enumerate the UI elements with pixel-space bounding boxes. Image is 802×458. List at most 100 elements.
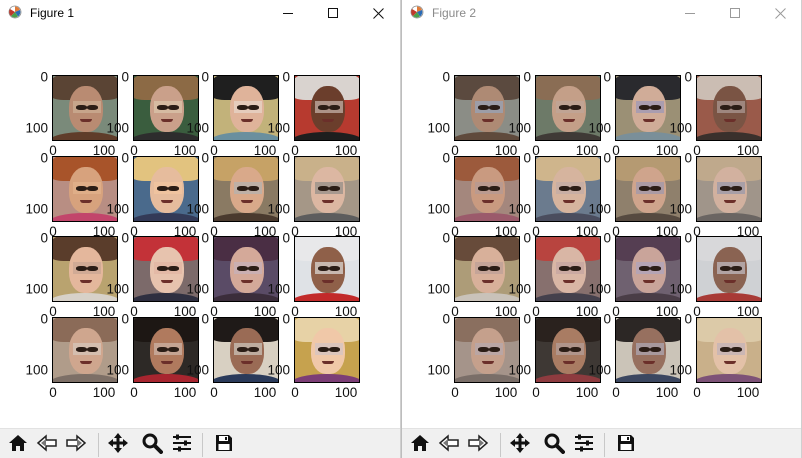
mouth	[643, 200, 655, 203]
y-tick-label: 100	[25, 362, 48, 378]
mouth	[322, 280, 334, 283]
y-tick-label: 100	[267, 201, 290, 217]
y-tick-label: 100	[186, 201, 209, 217]
sliders-icon	[573, 432, 595, 458]
y-tick-label: 100	[508, 281, 531, 297]
mouth	[161, 280, 173, 283]
mouth	[482, 280, 494, 283]
forward-button[interactable]	[64, 433, 88, 457]
y-tick-label: 0	[603, 311, 611, 327]
shoulders	[697, 293, 761, 301]
face	[311, 328, 345, 374]
close-button[interactable]	[355, 0, 400, 26]
mouth	[482, 119, 494, 122]
magnifier-icon	[543, 432, 565, 458]
mouth	[241, 200, 253, 203]
home-button[interactable]	[408, 433, 432, 457]
face-image	[696, 156, 762, 222]
y-tick-label: 0	[201, 230, 209, 246]
y-tick-label: 100	[267, 120, 290, 136]
shoulders	[697, 132, 761, 140]
figure-canvas[interactable]: 0 100 0 100 0 100 0 100 0 100 0 100 0 100 0 100 0 100 0 100…	[0, 26, 400, 428]
mouth	[563, 119, 575, 122]
face	[69, 247, 103, 293]
y-tick-label: 100	[669, 362, 692, 378]
right-eye	[489, 186, 500, 191]
pan-button[interactable]	[508, 432, 532, 458]
left-eye	[720, 347, 731, 352]
shoulders	[697, 213, 761, 221]
y-tick-label: 0	[684, 69, 692, 85]
save-button[interactable]	[212, 433, 236, 457]
y-tick-label: 0	[442, 311, 450, 327]
y-tick-label: 0	[442, 150, 450, 166]
maximize-icon	[327, 7, 339, 19]
y-tick-label: 0	[201, 69, 209, 85]
sliders-icon	[171, 432, 193, 458]
configure-subplots-button[interactable]	[572, 433, 596, 457]
back-button[interactable]	[437, 433, 461, 457]
y-tick-label: 100	[186, 281, 209, 297]
configure-subplots-button[interactable]	[170, 433, 194, 457]
right-eye	[329, 186, 340, 191]
mouth	[724, 280, 736, 283]
minimize-icon	[282, 8, 294, 19]
y-tick-label: 100	[669, 201, 692, 217]
save-button[interactable]	[614, 433, 638, 457]
mouth	[322, 361, 334, 364]
home-icon	[410, 433, 430, 458]
forward-button[interactable]	[466, 433, 490, 457]
maximize-button[interactable]	[712, 0, 758, 26]
right-eye	[570, 105, 581, 110]
maximize-button[interactable]	[310, 0, 356, 26]
toolbar-separator	[604, 433, 605, 457]
y-tick-label: 100	[106, 201, 129, 217]
x-tick-label: 0	[612, 385, 620, 400]
y-tick-label: 0	[40, 69, 48, 85]
right-eye	[168, 186, 179, 191]
zoom-button[interactable]	[140, 433, 164, 457]
figure-canvas[interactable]: 0 100 0 100 0 100 0 100 0 100 0 100 0 100 0 100 0 100 0 100…	[402, 26, 801, 428]
pan-button[interactable]	[106, 432, 130, 457]
face	[69, 167, 103, 213]
x-tick-label: 100	[494, 385, 518, 400]
x-tick-label: 100	[575, 385, 599, 400]
move-icon	[509, 432, 531, 458]
face	[632, 86, 666, 132]
y-tick-label: 100	[106, 120, 129, 136]
x-tick-label: 100	[253, 385, 277, 400]
right-eye	[731, 266, 742, 271]
right-eye	[489, 105, 500, 110]
right-eye	[248, 266, 259, 271]
zoom-button[interactable]	[542, 433, 566, 457]
right-eye	[650, 105, 661, 110]
home-icon	[8, 433, 28, 458]
right-eye	[570, 266, 581, 271]
title-bar[interactable]: Figure 1	[0, 0, 400, 26]
back-button[interactable]	[35, 433, 59, 457]
magnifier-icon	[141, 432, 163, 458]
minimize-button[interactable]	[667, 0, 713, 26]
face	[150, 247, 184, 293]
y-tick-label: 100	[25, 120, 48, 136]
close-icon	[774, 7, 786, 19]
face	[713, 167, 747, 213]
y-tick-label: 100	[25, 281, 48, 297]
x-tick-label: 100	[334, 385, 358, 400]
close-button[interactable]	[757, 0, 801, 26]
mouth	[241, 280, 253, 283]
home-button[interactable]	[6, 433, 30, 457]
figure-2-window: Figure 2 0 100 0 100 0 100 0 100 0 100 0 100 0 100 0 100…	[401, 0, 802, 458]
face	[311, 167, 345, 213]
x-tick-label: 0	[130, 385, 138, 400]
window-title: Figure 1	[30, 6, 75, 20]
mouth	[241, 119, 253, 122]
mouth	[643, 280, 655, 283]
right-eye	[731, 347, 742, 352]
minimize-button[interactable]	[265, 0, 311, 26]
shoulders	[697, 374, 761, 382]
x-tick-label: 100	[736, 385, 760, 400]
left-eye	[237, 347, 248, 352]
left-eye	[237, 105, 248, 110]
title-bar[interactable]: Figure 2	[402, 0, 801, 26]
